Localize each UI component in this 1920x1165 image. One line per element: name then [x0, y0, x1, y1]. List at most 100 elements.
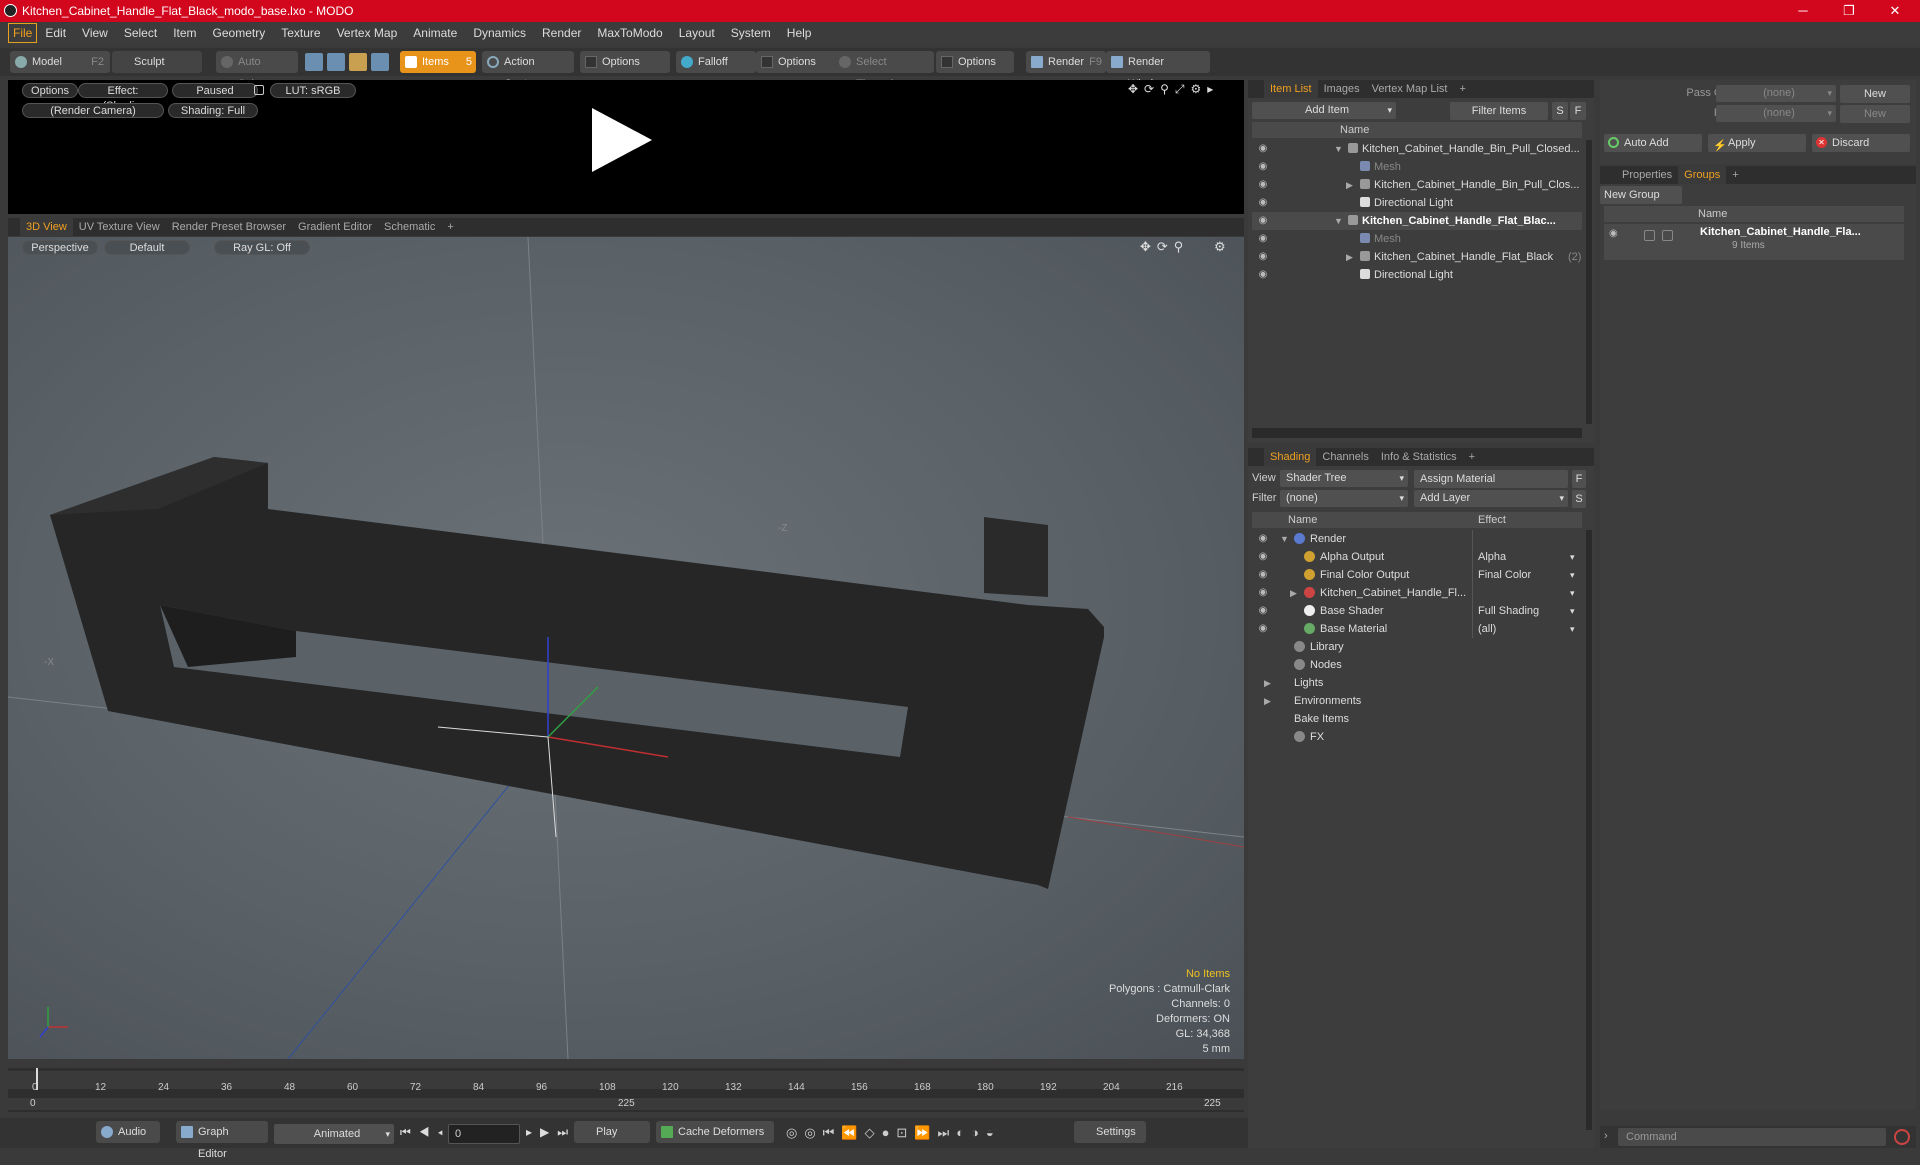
select-checkbox[interactable]: [1662, 230, 1673, 241]
tab-shading[interactable]: Shading: [1264, 448, 1317, 466]
menu-animate[interactable]: Animate: [405, 22, 465, 44]
item-list-scrollbar[interactable]: [1586, 140, 1592, 424]
effect-dropdown-icon[interactable]: ▾: [1570, 548, 1575, 566]
eye-icon[interactable]: ◉: [1254, 194, 1272, 212]
effect-dropdown-icon[interactable]: ▾: [1570, 566, 1575, 584]
select-through-button[interactable]: Select Through: [834, 51, 934, 90]
shading-dropdown[interactable]: Shading: Full: [168, 103, 258, 118]
tab-3d-view[interactable]: 3D View: [20, 218, 73, 236]
item-list-row[interactable]: ◉ ▼ Kitchen_Cabinet_Handle_Bin_Pull_Closed…: [1252, 140, 1582, 158]
transport-next-buttons[interactable]: ▸▶⏭: [526, 1125, 576, 1140]
render-button[interactable]: Render F9: [1026, 51, 1106, 73]
render-preview[interactable]: Options Effect: (Shadi... Paused LUT: sR…: [8, 80, 1244, 214]
add-layer-s-button[interactable]: S: [1572, 490, 1586, 508]
edges-mode-icon[interactable]: [327, 53, 345, 71]
effect-dropdown-icon[interactable]: ▾: [1570, 602, 1575, 620]
item-list-hscrollbar[interactable]: [1252, 428, 1582, 438]
lock-icon[interactable]: [254, 85, 264, 95]
close-button[interactable]: ✕: [1872, 0, 1918, 22]
lut-dropdown[interactable]: LUT: sRGB: [270, 83, 356, 98]
maximize-button[interactable]: ❐: [1826, 0, 1872, 22]
minimize-button[interactable]: ─: [1780, 0, 1826, 22]
menu-help[interactable]: Help: [779, 22, 820, 44]
tab-schematic[interactable]: Schematic: [378, 218, 441, 236]
expand-arrow-icon[interactable]: ▶: [1346, 176, 1353, 194]
tab-gradient-editor[interactable]: Gradient Editor: [292, 218, 378, 236]
eye-icon[interactable]: ◉: [1254, 548, 1272, 566]
eye-icon[interactable]: ◉: [1254, 230, 1272, 248]
eye-icon[interactable]: ◉: [1609, 228, 1618, 239]
item-list-row[interactable]: ◉ Directional Light: [1252, 194, 1582, 212]
expand-arrow-icon[interactable]: ▶: [1264, 674, 1271, 692]
shader-tree-row[interactable]: ◉ Base Shader Full Shading ▾: [1252, 602, 1582, 620]
tab-render-preset-browser[interactable]: Render Preset Browser: [166, 218, 292, 236]
shader-tree-row[interactable]: ▶ Lights: [1252, 674, 1582, 692]
eye-icon[interactable]: ◉: [1254, 566, 1272, 584]
eye-icon[interactable]: ◉: [1254, 584, 1272, 602]
add-layer-dropdown[interactable]: Add Layer: [1414, 490, 1568, 507]
menu-geometry[interactable]: Geometry: [205, 22, 274, 44]
add-tab-button[interactable]: +: [441, 218, 459, 236]
menu-system[interactable]: System: [723, 22, 779, 44]
assign-material-button[interactable]: Assign Material: [1414, 470, 1568, 488]
render-window-button[interactable]: Render Window: [1106, 51, 1210, 90]
tab-images[interactable]: Images: [1318, 80, 1366, 98]
eye-icon[interactable]: ◉: [1254, 530, 1272, 548]
tab-channels[interactable]: Channels: [1316, 448, 1374, 466]
camera-dropdown[interactable]: (Render Camera): [22, 103, 164, 118]
item-list-row[interactable]: ◉ Directional Light: [1252, 266, 1582, 284]
new-pass-group-button[interactable]: New: [1840, 85, 1910, 103]
falloff-options-button[interactable]: Options: [756, 51, 838, 73]
record-icon[interactable]: [1894, 1129, 1910, 1145]
add-tab-button[interactable]: +: [1463, 448, 1481, 466]
discard-button[interactable]: ✕ Discard: [1812, 134, 1910, 152]
shader-tree-row[interactable]: ◉ Final Color Output Final Color ▾: [1252, 566, 1582, 584]
eye-icon[interactable]: ◉: [1254, 620, 1272, 638]
eye-icon[interactable]: ◉: [1254, 140, 1272, 158]
eye-icon[interactable]: ◉: [1254, 158, 1272, 176]
item-list-row[interactable]: ◉ ▼ Kitchen_Cabinet_Handle_Flat_Blac...: [1252, 212, 1582, 230]
effect-dropdown-icon[interactable]: ▾: [1570, 584, 1575, 602]
shader-tree-row[interactable]: ◉ ▶ Kitchen_Cabinet_Handle_Fl... ▾: [1252, 584, 1582, 602]
items-mode-button[interactable]: Items 5: [400, 51, 476, 73]
action-center-button[interactable]: Action Center: [482, 51, 574, 90]
shader-tree-row[interactable]: ◉ ▼ Render: [1252, 530, 1582, 548]
add-tab-button[interactable]: +: [1453, 80, 1471, 98]
menu-maxtomodo[interactable]: MaxToModo: [589, 22, 670, 44]
preview-paused-button[interactable]: Paused: [172, 83, 258, 98]
shader-effect-value[interactable]: Full Shading: [1478, 602, 1539, 620]
tab-groups[interactable]: Groups: [1678, 166, 1727, 184]
pass-groups-dropdown[interactable]: (none): [1716, 85, 1836, 102]
expand-arrow-icon[interactable]: ▶: [1264, 692, 1271, 710]
sculpt-mode-button[interactable]: Sculpt: [112, 51, 202, 73]
frame-input[interactable]: 0: [448, 1124, 520, 1144]
polygons-mode-icon[interactable]: [349, 53, 367, 71]
preview-options-button[interactable]: Options: [22, 83, 78, 98]
menu-select[interactable]: Select: [116, 22, 165, 44]
vertices-mode-icon[interactable]: [305, 53, 323, 71]
transport-prev-buttons[interactable]: ⏮◀◂: [400, 1125, 451, 1140]
timeline[interactable]: 0 12 24 36 48 60 72 84 96 108 120 132 144 156 168 180 19…: [8, 1068, 1244, 1112]
filter-items-input[interactable]: Filter Items: [1450, 102, 1548, 120]
auto-add-button[interactable]: Auto Add: [1604, 134, 1702, 152]
item-list-row[interactable]: ◉ ▶ Kitchen_Cabinet_Handle_Flat_Black (2): [1252, 248, 1582, 266]
eye-icon[interactable]: ◉: [1254, 248, 1272, 266]
filter-s-button[interactable]: S: [1552, 102, 1568, 120]
filter-dropdown[interactable]: (none): [1280, 490, 1408, 507]
settings-button[interactable]: Settings: [1074, 1121, 1146, 1143]
tab-vertex-map-list[interactable]: Vertex Map List: [1366, 80, 1454, 98]
collapse-arrow-icon[interactable]: ▼: [1280, 530, 1289, 548]
shader-tree-row[interactable]: Bake Items: [1252, 710, 1582, 728]
command-input[interactable]: Command: [1618, 1128, 1886, 1146]
assign-f-button[interactable]: F: [1572, 470, 1586, 488]
shader-effect-value[interactable]: Alpha: [1478, 548, 1506, 566]
item-list-row[interactable]: ◉ Mesh: [1252, 158, 1582, 176]
expand-arrow-icon[interactable]: ▶: [1290, 584, 1297, 602]
menu-layout[interactable]: Layout: [671, 22, 723, 44]
menu-file[interactable]: File: [8, 23, 38, 43]
play-button[interactable]: Play: [574, 1121, 650, 1143]
audio-button[interactable]: Audio: [96, 1121, 160, 1143]
group-row[interactable]: ◉ Kitchen_Cabinet_Handle_Fla... 9 Items: [1604, 224, 1904, 260]
effect-dropdown-icon[interactable]: ▾: [1570, 620, 1575, 638]
shader-tree-row[interactable]: Nodes: [1252, 656, 1582, 674]
